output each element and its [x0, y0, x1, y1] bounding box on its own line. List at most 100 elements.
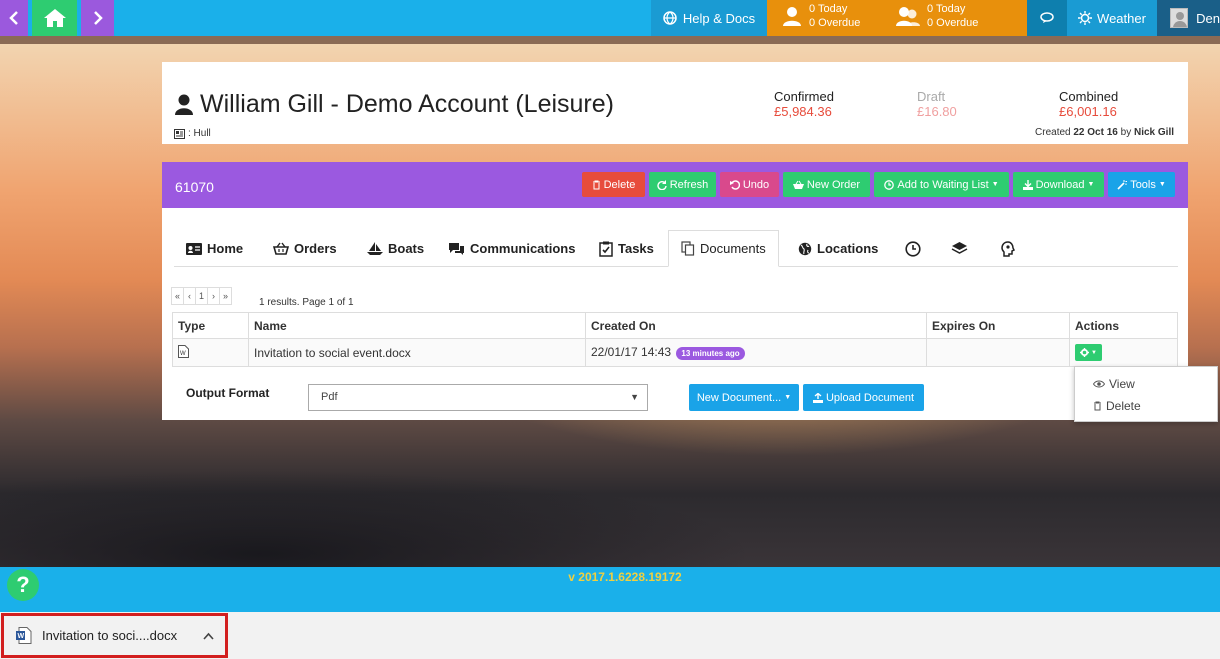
weather-button[interactable]: Weather: [1067, 0, 1157, 36]
help-chat-button[interactable]: ?: [7, 569, 39, 601]
magic-wand-icon: [1117, 179, 1128, 190]
home-button[interactable]: [32, 0, 77, 36]
chat-button[interactable]: [1027, 0, 1067, 36]
my-tasks-counter[interactable]: 0 Today 0 Overdue: [781, 2, 860, 30]
order-tabs: Home Orders Boats Communications Tasks D…: [174, 230, 1178, 267]
tab-communications-label: Communications: [470, 241, 576, 256]
chat-icon: [1040, 12, 1054, 23]
new-order-label: New Order: [806, 178, 861, 191]
cell-type: W: [172, 338, 249, 367]
chevron-up-icon[interactable]: [203, 632, 214, 640]
tab-documents[interactable]: Documents: [668, 230, 779, 267]
created-date: 22 Oct 16: [1073, 127, 1118, 138]
upload-document-button[interactable]: Upload Document: [803, 384, 924, 411]
layers-icon: [951, 242, 968, 254]
footer: v 2017.1.6228.19172: [0, 567, 1220, 612]
home-icon: [43, 9, 66, 27]
download-button[interactable]: Download ▼: [1013, 172, 1104, 197]
tab-orders[interactable]: Orders: [273, 230, 337, 267]
tab-notes[interactable]: [1001, 230, 1015, 267]
users-icon: [896, 7, 920, 26]
tools-label: Tools: [1130, 178, 1156, 191]
pagination: « ‹ 1 › »: [171, 287, 233, 305]
help-docs-button[interactable]: Help & Docs: [651, 0, 767, 36]
draft-total: Draft £16.80: [917, 89, 957, 119]
undo-label: Undo: [742, 178, 770, 191]
tab-home[interactable]: Home: [186, 230, 243, 267]
tab-locations[interactable]: Locations: [798, 230, 878, 267]
column-header-actions: Actions: [1069, 312, 1178, 339]
created-by: Nick Gill: [1133, 127, 1174, 138]
cell-expires-on: [926, 338, 1070, 367]
tab-layers[interactable]: [951, 230, 968, 267]
user-menu[interactable]: Den: [1157, 0, 1220, 36]
new-order-button[interactable]: New Order: [783, 172, 870, 197]
user-icon: [175, 94, 193, 115]
download-item[interactable]: W Invitation to soci....docx: [1, 613, 228, 658]
confirmed-value: £5,984.36: [774, 104, 832, 119]
actions-dropdown-menu: View Delete: [1074, 366, 1218, 422]
top-navigation-bar: Help & Docs 0 Today 0 Overdue 0 Today 0 …: [0, 0, 1220, 36]
actions-dropdown-button[interactable]: ▼: [1075, 344, 1102, 361]
upload-icon: [812, 392, 823, 403]
undo-button[interactable]: Undo: [720, 172, 779, 197]
account-title: William Gill - Demo Account (Leisure): [174, 90, 614, 119]
forward-button[interactable]: [81, 0, 114, 36]
version-text: v 2017.1.6228.19172: [568, 570, 682, 584]
menu-item-delete[interactable]: Delete: [1093, 399, 1141, 413]
confirmed-total: Confirmed £5,984.36: [774, 89, 834, 119]
tab-communications[interactable]: Communications: [448, 230, 575, 267]
caret-down-icon: ▼: [991, 181, 999, 188]
account-name: William Gill - Demo Account (Leisure): [200, 90, 614, 118]
refresh-button[interactable]: Refresh: [649, 172, 716, 197]
column-header-type[interactable]: Type: [172, 312, 249, 339]
column-header-name[interactable]: Name: [248, 312, 586, 339]
cell-name[interactable]: Invitation to social event.docx: [248, 338, 586, 367]
tasks-summary[interactable]: 0 Today 0 Overdue 0 Today 0 Overdue: [767, 0, 1027, 36]
pager-last[interactable]: »: [219, 287, 233, 305]
column-header-expires-on[interactable]: Expires On: [926, 312, 1070, 339]
group-tasks-counter[interactable]: 0 Today 0 Overdue: [895, 2, 978, 30]
order-toolbar: 61070 Delete Refresh Undo New Order Add …: [162, 162, 1188, 208]
menu-item-view[interactable]: View: [1093, 377, 1135, 391]
tab-boats-label: Boats: [388, 241, 425, 256]
tools-button[interactable]: Tools ▼: [1108, 172, 1175, 197]
documents-table: Type Name Created On Expires On Actions …: [172, 312, 1178, 367]
my-tasks-overdue: 0 Overdue: [809, 17, 861, 29]
cell-created-on: 22/01/17 14:43 13 minutes ago: [585, 338, 927, 367]
download-label: Download: [1035, 178, 1085, 191]
draft-label: Draft: [917, 89, 946, 104]
output-format-label: Output Format: [186, 386, 270, 400]
created-info: Created 22 Oct 16 by Nick Gill: [1035, 127, 1174, 138]
caret-down-icon: ▼: [784, 394, 792, 401]
comments-icon: [449, 242, 464, 255]
user-name: Den: [1196, 10, 1220, 26]
gear-icon: [1080, 348, 1089, 357]
created-prefix: Created: [1035, 127, 1071, 138]
basket-icon: [792, 180, 804, 189]
cell-actions: ▼: [1069, 338, 1178, 367]
order-number: 61070: [175, 179, 214, 195]
column-header-created-on[interactable]: Created On: [585, 312, 927, 339]
tab-history[interactable]: [905, 230, 921, 267]
delete-order-button[interactable]: Delete: [582, 172, 645, 197]
tab-boats[interactable]: Boats: [367, 230, 424, 267]
table-row[interactable]: W Invitation to social event.docx 22/01/…: [172, 338, 1178, 367]
sun-icon: [1078, 11, 1093, 25]
output-format-select[interactable]: Pdf ▼: [308, 384, 648, 411]
svg-text:W: W: [18, 633, 25, 640]
download-file-name: Invitation to soci....docx: [42, 628, 178, 643]
back-button[interactable]: [0, 0, 28, 36]
new-document-button[interactable]: New Document... ▼: [689, 384, 799, 411]
combined-total: Combined £6,001.16: [1059, 89, 1118, 119]
word-document-icon: W: [178, 344, 189, 358]
clipboard-check-icon: [599, 241, 613, 257]
draft-value: £16.80: [917, 104, 957, 119]
clock-icon: [884, 179, 895, 190]
eye-icon: [1093, 380, 1105, 388]
tab-tasks[interactable]: Tasks: [599, 230, 654, 267]
trash-icon: [1094, 401, 1101, 411]
globe-icon: [663, 11, 677, 25]
user-icon: [783, 7, 801, 26]
add-to-waiting-list-button[interactable]: Add to Waiting List ▼: [874, 172, 1009, 197]
